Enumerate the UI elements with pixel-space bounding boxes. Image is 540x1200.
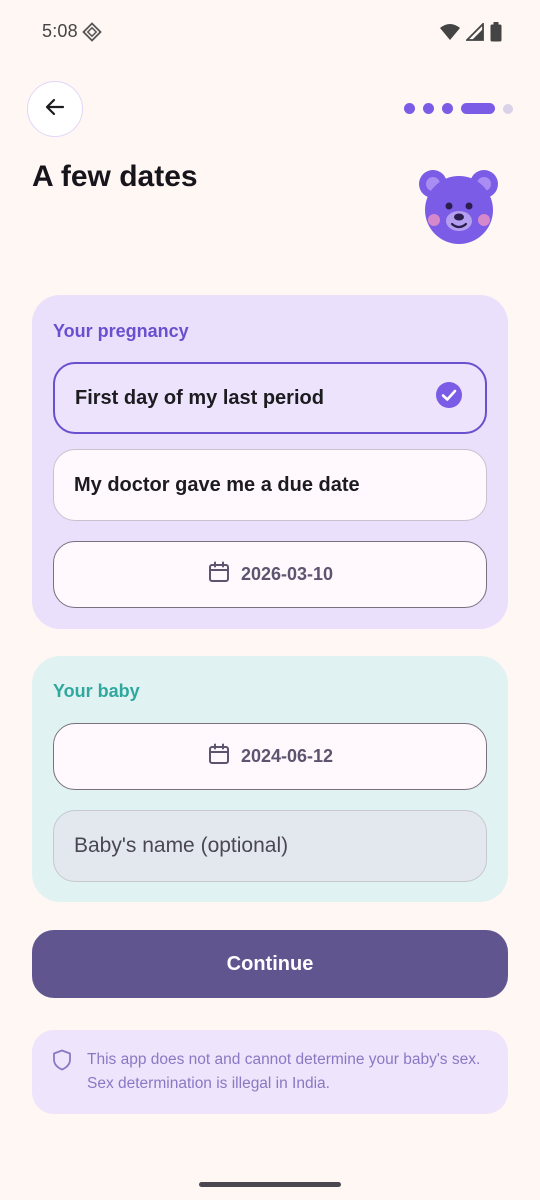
wifi-icon <box>440 23 460 46</box>
disclaimer-text: This app does not and cannot determine y… <box>87 1051 481 1092</box>
baby-label: Your baby <box>53 681 140 701</box>
baby-date-value: 2024-06-12 <box>240 746 334 766</box>
baby-card: Your baby 2024-06-12 Baby's name (option… <box>32 656 508 902</box>
option-label: My doctor gave me a due date <box>74 473 360 496</box>
status-bar: 5:08 <box>0 0 540 64</box>
page-title: A few dates <box>32 160 198 193</box>
battery-icon <box>490 22 502 47</box>
progress-dot-current <box>461 103 495 114</box>
calendar-icon <box>207 560 231 589</box>
status-icons <box>440 21 502 47</box>
baby-name-input[interactable]: Baby's name (optional) <box>53 810 487 882</box>
option-last-period[interactable]: First day of my last period <box>53 362 487 434</box>
signal-icon <box>464 21 484 46</box>
calendar-icon <box>207 742 231 771</box>
progress-dot <box>404 103 415 114</box>
pregnancy-card: Your pregnancy First day of my last peri… <box>32 295 508 629</box>
home-indicator[interactable] <box>199 1182 341 1187</box>
continue-button[interactable]: Continue <box>32 930 508 998</box>
progress-dot <box>442 103 453 114</box>
back-arrow-icon <box>44 96 66 123</box>
progress-indicator <box>404 103 513 114</box>
progress-dot <box>423 103 434 114</box>
pregnancy-date-picker[interactable]: 2026-03-10 <box>53 541 487 608</box>
disclaimer-box: This app does not and cannot determine y… <box>32 1030 508 1114</box>
progress-dot-pending <box>503 103 513 114</box>
pregnancy-date-value: 2026-03-10 <box>240 564 334 584</box>
baby-date-picker[interactable]: 2024-06-12 <box>53 723 487 790</box>
status-time: 5:08 <box>42 21 78 41</box>
option-due-date[interactable]: My doctor gave me a due date <box>53 449 487 521</box>
shield-icon <box>52 1049 72 1079</box>
status-notification-icon <box>82 22 102 47</box>
option-label: First day of my last period <box>75 386 324 409</box>
check-circle-icon <box>435 381 463 415</box>
pregnancy-label: Your pregnancy <box>53 321 189 341</box>
baby-name-placeholder: Baby's name (optional) <box>74 834 289 857</box>
bear-mascot <box>418 166 500 253</box>
screen: 5:08 A few dates Your pregnancy First da… <box>0 0 540 1200</box>
back-button[interactable] <box>27 81 83 137</box>
